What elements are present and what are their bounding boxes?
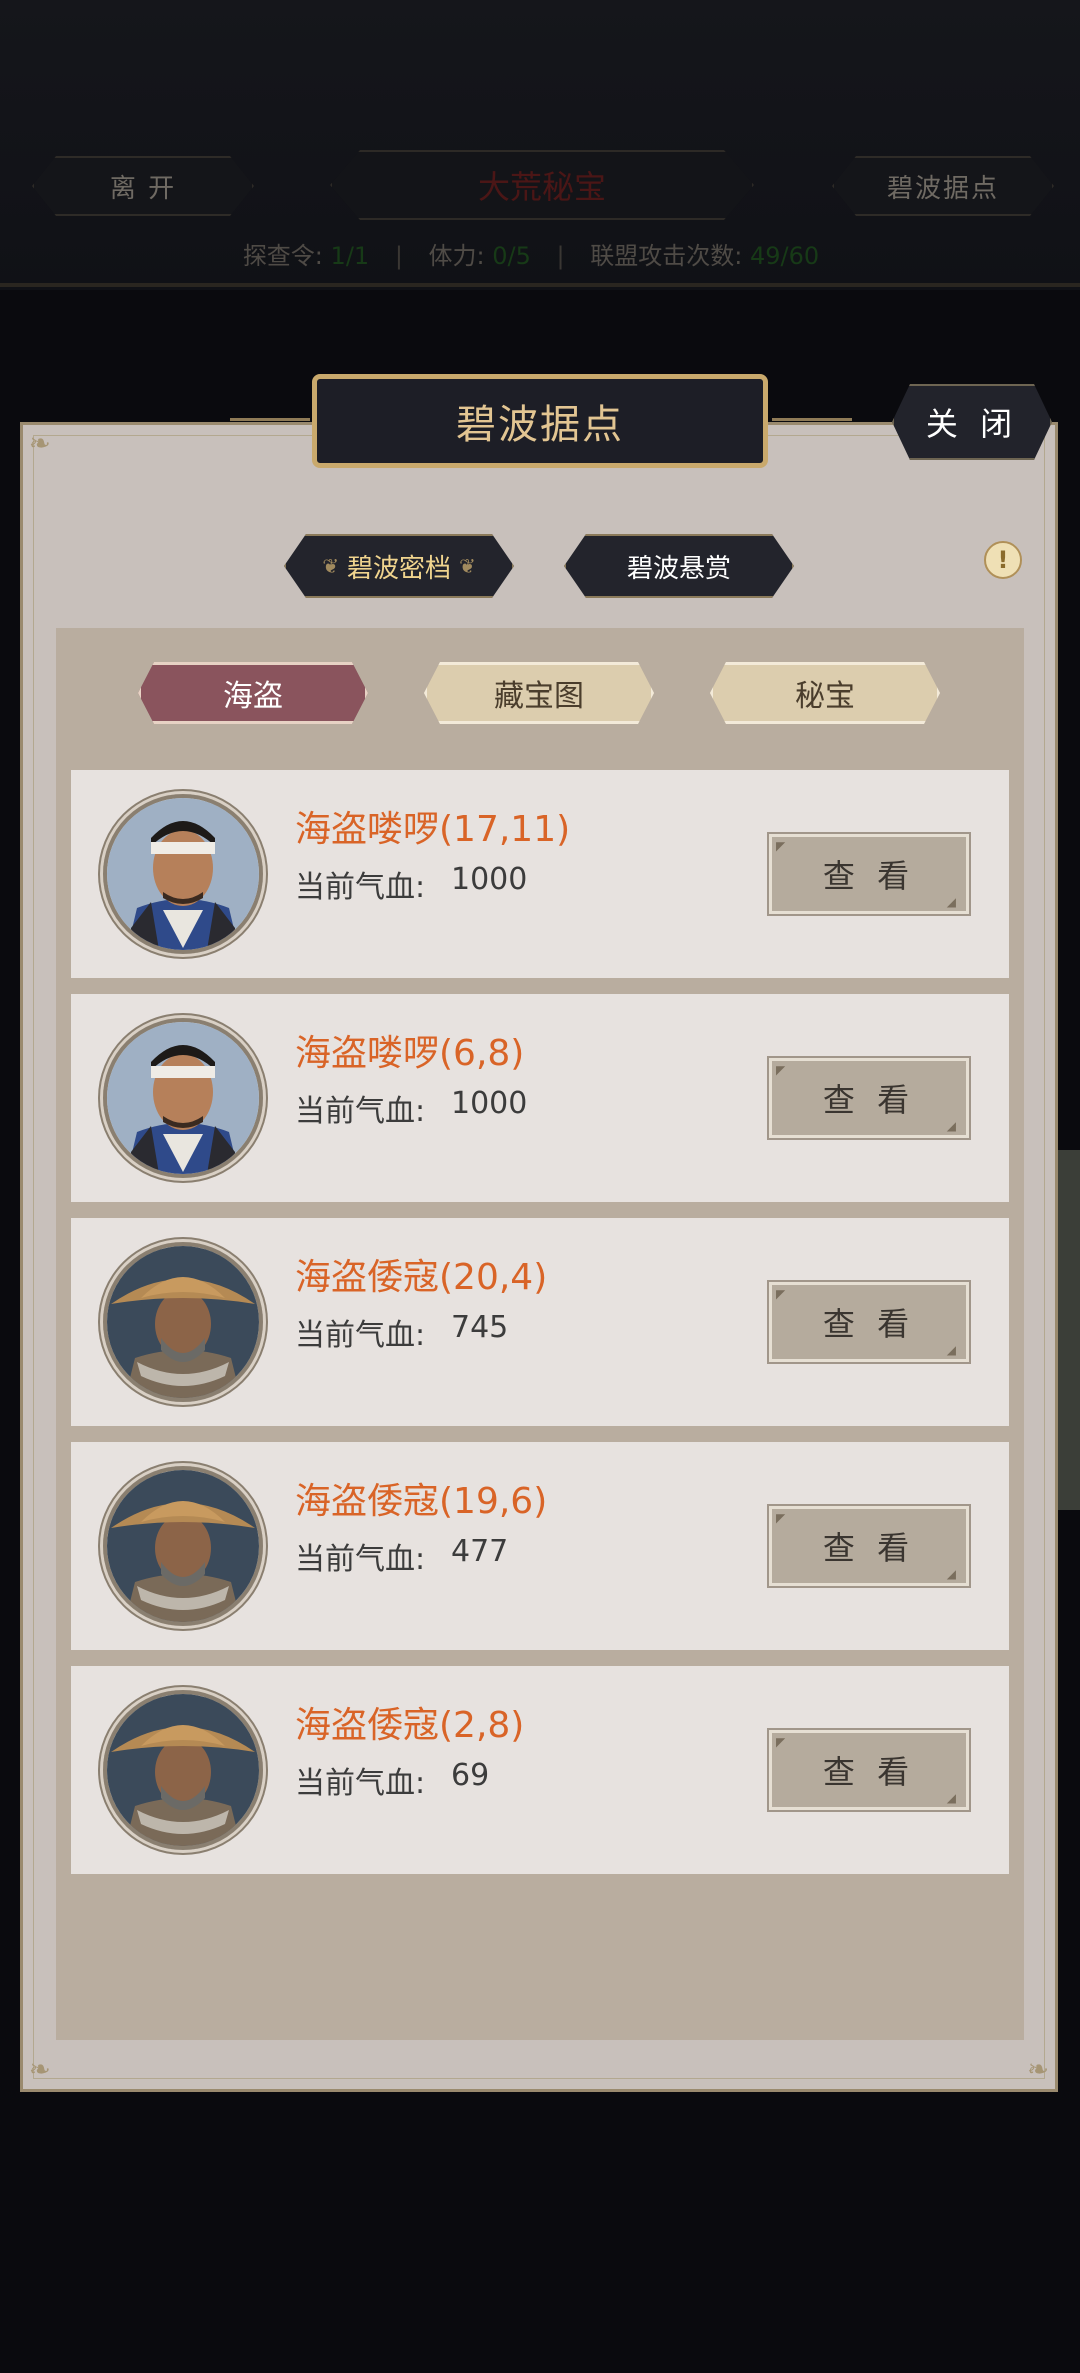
pirate-portrait — [103, 1242, 263, 1402]
flourish-icon: ❦ — [322, 554, 339, 578]
panel-title: 碧波据点 — [312, 374, 768, 468]
info-icon[interactable]: ! — [984, 541, 1022, 579]
stat-value: 1/1 — [330, 242, 370, 270]
corner-ornament-icon: ❧ — [29, 429, 51, 459]
corner-ornament-icon: ◢ — [946, 1567, 962, 1581]
hp-label: 当前气血: — [295, 1542, 426, 1577]
list-item: 海盗倭寇(20,4) 当前气血: 745 ◤ ◢ 查 看 — [71, 1218, 1009, 1426]
title-ornament — [230, 418, 310, 421]
background-map-edge — [1058, 1150, 1080, 1510]
hp-label: 当前气血: — [295, 870, 426, 905]
corner-ornament-icon: ◢ — [946, 1343, 962, 1357]
pirate-name: 海盗倭寇(20,4) — [295, 1257, 548, 1298]
hp-label: 当前气血: — [295, 1318, 426, 1353]
close-button[interactable]: 关 闭 — [892, 384, 1052, 460]
pirate-portrait — [103, 1466, 263, 1626]
view-button[interactable]: ◤ ◢ 查 看 — [767, 1728, 971, 1812]
corner-ornament-icon: ❧ — [1027, 2055, 1049, 2085]
subtab-archive[interactable]: ❦ 碧波密档 ❦ — [284, 534, 514, 598]
corner-ornament-icon: ◢ — [946, 1791, 962, 1805]
pirate-name: 海盗倭寇(2,8) — [295, 1705, 525, 1746]
view-button[interactable]: ◤ ◢ 查 看 — [767, 832, 971, 916]
hp-value: 1000 — [451, 862, 528, 897]
stat-value: 49/60 — [750, 242, 820, 270]
hp-label: 当前气血: — [295, 1766, 426, 1801]
corner-ornament-icon: ◢ — [946, 895, 962, 909]
corner-ornament-icon: ◤ — [776, 1735, 792, 1749]
top-hud: 离 开 大荒秘宝 碧波据点 探查令: 1/1 | 体力: 0/5 | 联盟攻击次… — [0, 0, 1080, 290]
hud-divider — [0, 283, 1080, 287]
tab-pirates[interactable]: 海盗 — [138, 662, 368, 724]
flourish-icon: ❦ — [459, 554, 476, 578]
list-item: 海盗喽啰(17,11) 当前气血: 1000 ◤ ◢ 查 看 — [71, 770, 1009, 978]
pirate-portrait — [103, 1018, 263, 1178]
view-button[interactable]: ◤ ◢ 查 看 — [767, 1280, 971, 1364]
pirate-name: 海盗倭寇(19,6) — [295, 1481, 548, 1522]
view-label: 查 看 — [822, 1529, 916, 1567]
stat-label: 体力: — [428, 242, 485, 270]
pirate-name: 海盗喽啰(17,11) — [295, 809, 571, 850]
stat-label: 探查令: — [242, 242, 323, 270]
corner-ornament-icon: ◤ — [776, 839, 792, 853]
stat-label: 联盟攻击次数: — [590, 242, 743, 270]
corner-ornament-icon: ◢ — [946, 1119, 962, 1133]
subtab-label: 碧波悬赏 — [626, 553, 731, 584]
pirate-name: 海盗喽啰(6,8) — [295, 1033, 525, 1074]
hp-value: 1000 — [451, 1086, 528, 1121]
divider: | — [556, 242, 565, 270]
corner-ornament-icon: ◤ — [776, 1287, 792, 1301]
list-item: 海盗倭寇(19,6) 当前气血: 477 ◤ ◢ 查 看 — [71, 1442, 1009, 1650]
divider: | — [394, 242, 403, 270]
pirate-portrait — [103, 1690, 263, 1850]
pirate-portrait — [103, 794, 263, 954]
corner-ornament-icon: ◤ — [776, 1063, 792, 1077]
list-item: 海盗倭寇(2,8) 当前气血: 69 ◤ ◢ 查 看 — [71, 1666, 1009, 1874]
list-item: 海盗喽啰(6,8) 当前气血: 1000 ◤ ◢ 查 看 — [71, 994, 1009, 1202]
view-label: 查 看 — [822, 857, 916, 895]
hud-title: 大荒秘宝 — [330, 150, 754, 220]
hp-label: 当前气血: — [295, 1094, 426, 1129]
corner-ornament-icon: ❧ — [29, 2055, 51, 2085]
view-button[interactable]: ◤ ◢ 查 看 — [767, 1504, 971, 1588]
title-ornament — [772, 418, 852, 421]
corner-ornament-icon: ◤ — [776, 1511, 792, 1525]
hud-stats: 探查令: 1/1 | 体力: 0/5 | 联盟攻击次数: 49/60 — [0, 236, 1080, 271]
view-label: 查 看 — [822, 1753, 916, 1791]
view-label: 查 看 — [822, 1305, 916, 1343]
stat-value: 0/5 — [492, 242, 531, 270]
leave-button[interactable]: 离 开 — [32, 156, 254, 216]
hp-value: 69 — [451, 1758, 490, 1793]
location-button[interactable]: 碧波据点 — [832, 156, 1054, 216]
hp-value: 745 — [451, 1310, 509, 1345]
tab-treasure-map[interactable]: 藏宝图 — [424, 662, 654, 724]
tab-secret-treasure[interactable]: 秘宝 — [710, 662, 940, 724]
hp-value: 477 — [451, 1534, 509, 1569]
view-button[interactable]: ◤ ◢ 查 看 — [767, 1056, 971, 1140]
subtab-label: 碧波密档 — [346, 553, 451, 584]
subtab-bounty[interactable]: 碧波悬赏 — [564, 534, 794, 598]
view-label: 查 看 — [822, 1081, 916, 1119]
